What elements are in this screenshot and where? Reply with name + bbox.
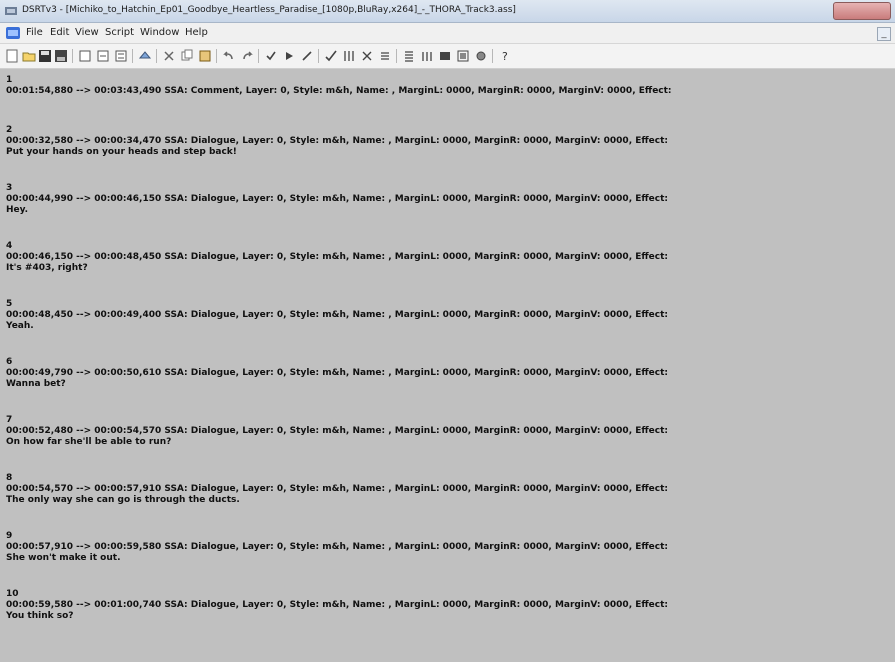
entry-timing: 00:00:54,570 --> 00:00:57,910 SSA: Dialo…	[6, 484, 669, 494]
page3-icon[interactable]	[114, 49, 128, 63]
entry-index: 8	[6, 473, 13, 483]
page2-icon[interactable]	[96, 49, 110, 63]
mdi-minimize-button[interactable]: _	[877, 27, 891, 41]
menu-help[interactable]: Help	[185, 27, 208, 38]
window-controls[interactable]	[833, 2, 891, 20]
entry-index: 9	[6, 531, 13, 541]
play-icon[interactable]	[282, 49, 296, 63]
grid-icon[interactable]	[438, 49, 452, 63]
save-icon[interactable]	[38, 49, 52, 63]
entry-timing: 00:00:59,580 --> 00:01:00,740 SSA: Dialo…	[6, 600, 669, 610]
tick-icon[interactable]	[324, 49, 338, 63]
save-all-icon[interactable]	[54, 49, 68, 63]
paste-icon[interactable]	[198, 49, 212, 63]
entry-timing: 00:01:54,880 --> 00:03:43,490 SSA: Comme…	[6, 86, 672, 96]
wand-icon[interactable]	[300, 49, 314, 63]
list-icon[interactable]	[378, 49, 392, 63]
settings-icon[interactable]	[474, 49, 488, 63]
subtitle-entry: 5 00:00:48,450 --> 00:00:49,400 SSA: Dia…	[6, 299, 890, 332]
svg-text:?: ?	[502, 50, 508, 63]
entry-text: The only way she can go is through the d…	[6, 495, 240, 505]
title-bar: DSRTv3 - [Michiko_to_Hatchin_Ep01_Goodby…	[0, 0, 895, 23]
entry-text: It's #403, right?	[6, 263, 88, 273]
entry-timing: 00:00:49,790 --> 00:00:50,610 SSA: Dialo…	[6, 368, 669, 378]
entry-timing: 00:00:32,580 --> 00:00:34,470 SSA: Dialo…	[6, 136, 669, 146]
subtitle-entry: 4 00:00:46,150 --> 00:00:48,450 SSA: Dia…	[6, 241, 890, 274]
menu-file[interactable]: File	[26, 27, 43, 38]
entry-index: 7	[6, 415, 13, 425]
subtitle-entry: 8 00:00:54,570 --> 00:00:57,910 SSA: Dia…	[6, 473, 890, 506]
subtitle-text-view[interactable]: 1 00:01:54,880 --> 00:03:43,490 SSA: Com…	[0, 69, 895, 662]
subtitle-entry: 1 00:01:54,880 --> 00:03:43,490 SSA: Com…	[6, 75, 890, 97]
entry-text: Hey.	[6, 205, 29, 215]
menu-edit[interactable]: Edit	[50, 27, 69, 38]
entry-index: 3	[6, 183, 13, 193]
entry-text: You think so?	[6, 611, 74, 621]
redo-icon[interactable]	[240, 49, 254, 63]
page-icon[interactable]	[78, 49, 92, 63]
menu-script[interactable]: Script	[105, 27, 134, 38]
bars-icon[interactable]	[420, 49, 434, 63]
copy-icon[interactable]	[180, 49, 194, 63]
subtitle-entry: 9 00:00:57,910 --> 00:00:59,580 SSA: Dia…	[6, 531, 890, 564]
entry-index: 5	[6, 299, 13, 309]
load-icon[interactable]	[138, 49, 152, 63]
undo-icon[interactable]	[222, 49, 236, 63]
help-icon[interactable]: ?	[498, 49, 512, 63]
subtitle-entry: 2 00:00:32,580 --> 00:00:34,470 SSA: Dia…	[6, 125, 890, 158]
columns-icon[interactable]	[342, 49, 356, 63]
cross-icon[interactable]	[360, 49, 374, 63]
entry-text: On how far she'll be able to run?	[6, 437, 172, 447]
entry-text: She won't make it out.	[6, 553, 121, 563]
entry-timing: 00:00:46,150 --> 00:00:48,450 SSA: Dialo…	[6, 252, 669, 262]
frame-icon[interactable]	[456, 49, 470, 63]
check-icon[interactable]	[264, 49, 278, 63]
entry-timing: 00:00:52,480 --> 00:00:54,570 SSA: Dialo…	[6, 426, 669, 436]
entry-timing: 00:00:44,990 --> 00:00:46,150 SSA: Dialo…	[6, 194, 669, 204]
entry-text: Yeah.	[6, 321, 34, 331]
toolbar: ?	[0, 44, 895, 69]
cut-icon[interactable]	[162, 49, 176, 63]
entry-text: Wanna bet?	[6, 379, 66, 389]
list2-icon[interactable]	[402, 49, 416, 63]
window-title: DSRTv3 - [Michiko_to_Hatchin_Ep01_Goodby…	[22, 5, 516, 15]
subtitle-entry: 6 00:00:49,790 --> 00:00:50,610 SSA: Dia…	[6, 357, 890, 390]
menu-window[interactable]: Window	[140, 27, 179, 38]
app-window: DSRTv3 - [Michiko_to_Hatchin_Ep01_Goodby…	[0, 0, 895, 662]
entry-index: 10	[6, 589, 19, 599]
subtitle-entry: 3 00:00:44,990 --> 00:00:46,150 SSA: Dia…	[6, 183, 890, 216]
app-icon	[5, 7, 17, 15]
entry-index: 2	[6, 125, 13, 135]
menu-bar: File Edit View Script Window Help _	[0, 23, 895, 44]
subtitle-entry: 10 00:00:59,580 --> 00:01:00,740 SSA: Di…	[6, 589, 890, 622]
entry-index: 1	[6, 75, 13, 85]
entry-timing: 00:00:57,910 --> 00:00:59,580 SSA: Dialo…	[6, 542, 669, 552]
entry-index: 4	[6, 241, 13, 251]
entry-index: 6	[6, 357, 13, 367]
subtitle-entry: 7 00:00:52,480 --> 00:00:54,570 SSA: Dia…	[6, 415, 890, 448]
menu-view[interactable]: View	[75, 27, 99, 38]
entry-text: Put your hands on your heads and step ba…	[6, 147, 237, 157]
new-icon[interactable]	[5, 49, 19, 63]
entry-timing: 00:00:48,450 --> 00:00:49,400 SSA: Dialo…	[6, 310, 669, 320]
open-icon[interactable]	[22, 49, 36, 63]
document-icon	[6, 27, 20, 39]
